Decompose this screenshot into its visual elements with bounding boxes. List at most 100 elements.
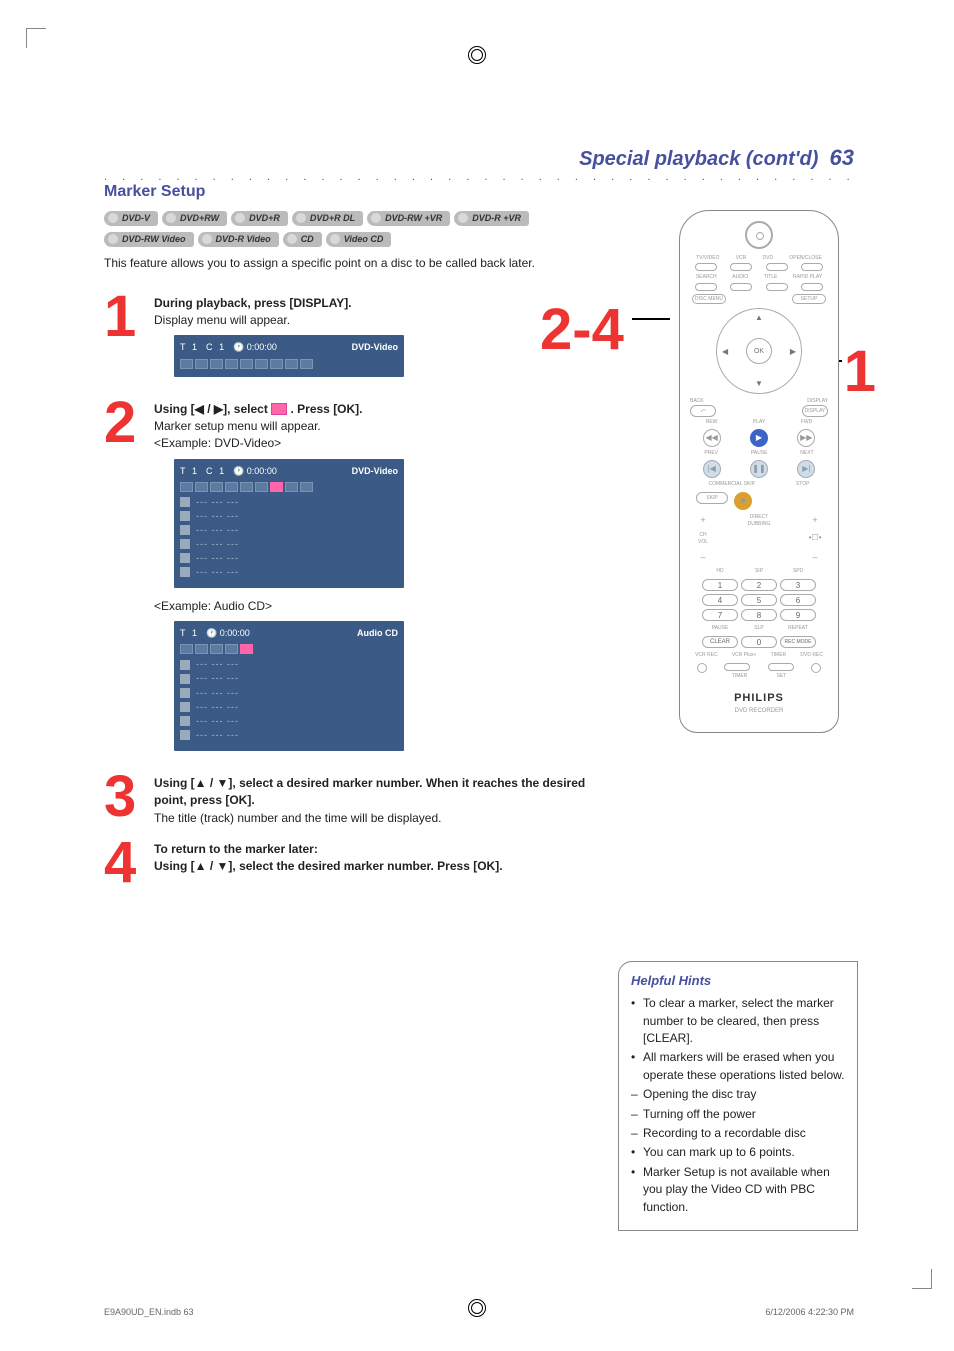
- remote-label: SET: [776, 673, 786, 680]
- disc-menu-button: DISC MENU: [692, 294, 726, 304]
- example-2-label: <Example: Audio CD>: [154, 598, 404, 615]
- hint-item: Marker Setup is not available when you p…: [631, 1164, 845, 1216]
- disc-badge: DVD-RW Video: [104, 232, 194, 247]
- remote-label: AUDIO: [732, 274, 748, 281]
- example-1-label: <Example: DVD-Video>: [154, 435, 404, 452]
- osd-c-value: 1: [219, 342, 224, 352]
- remote-label: NEXT: [800, 450, 813, 457]
- remote-label: PAUSE: [751, 450, 768, 457]
- num-button: 4: [702, 594, 738, 606]
- num-button: 1: [702, 579, 738, 591]
- disc-badge: DVD-R Video: [198, 232, 279, 247]
- star-icon: [180, 688, 190, 698]
- star-icon: [180, 525, 190, 535]
- num-button: 3: [780, 579, 816, 591]
- footer-right: 6/12/2006 4:22:30 PM: [765, 1306, 854, 1319]
- remote-label: REPEAT: [780, 625, 816, 632]
- remote-label: HD: [702, 568, 738, 575]
- remote-label: SIP: [741, 568, 777, 575]
- remote-label: DVD: [763, 255, 774, 262]
- hint-item: You can mark up to 6 points.: [631, 1144, 845, 1161]
- remote-label: SLP: [741, 625, 777, 632]
- num-button: 0: [741, 636, 777, 648]
- sub-brand-label: DVD RECORDER: [688, 707, 830, 716]
- marker-slot: --- --- ---: [196, 729, 239, 742]
- marker-slot: --- --- ---: [196, 524, 239, 537]
- star-icon: [180, 553, 190, 563]
- rew-button: ◀◀: [703, 429, 721, 447]
- osd-example-cd: T 1 🕐 0:00:00 Audio CD --- --- --- --- -…: [174, 621, 404, 750]
- remote-label: DUBBING: [748, 521, 771, 528]
- disc-badges-row-2: DVD-RW Video DVD-R Video CD Video CD: [104, 232, 604, 247]
- step-2-text: Marker setup menu will appear.: [154, 418, 404, 435]
- star-icon: [180, 497, 190, 507]
- num-button: 8: [741, 609, 777, 621]
- display-button: DISPLAY: [802, 405, 828, 417]
- step-3: 3 Using [▲ / ▼], select a desired marker…: [104, 771, 604, 827]
- pause-button: ❚❚: [750, 460, 768, 478]
- remote-label: COMMERCIAL SKIP: [708, 481, 755, 488]
- vol-up: +: [806, 514, 824, 529]
- stop-button: ■: [734, 492, 752, 510]
- brand-label: PHILIPS: [688, 691, 830, 707]
- osd-time: 0:00:00: [247, 342, 277, 352]
- remote-label: TIMER: [771, 652, 787, 659]
- remote-label: OPEN/CLOSE: [789, 255, 822, 262]
- hint-item: To clear a marker, select the marker num…: [631, 995, 845, 1047]
- vol-down: –: [806, 551, 824, 564]
- osd-c-value: 1: [219, 466, 224, 476]
- star-icon: [180, 660, 190, 670]
- disc-tray-icon: [745, 221, 773, 249]
- marker-slot: --- --- ---: [196, 701, 239, 714]
- step-2: 2 Using [◀ / ▶], select . Press [OK]. Ma…: [104, 397, 604, 761]
- osd-icon-strip: [180, 359, 398, 369]
- remote-label: PLAY: [753, 419, 765, 426]
- osd-t-label: T: [180, 466, 186, 476]
- page-title-text: Special playback (cont'd): [579, 148, 818, 170]
- remote-button: [730, 263, 752, 271]
- step-1-bold: During playback, press [DISPLAY].: [154, 296, 352, 310]
- down-arrow-icon: ▼: [755, 378, 763, 390]
- disc-badge: DVD+R: [231, 211, 288, 226]
- disc-badge: DVD+R DL: [292, 211, 363, 226]
- step-2-bold-pre: Using [◀ / ▶], select: [154, 402, 271, 416]
- marker-slot: --- --- ---: [196, 566, 239, 579]
- crop-mark: [912, 1269, 932, 1289]
- step-number: 4: [104, 837, 144, 889]
- remote-label: DIRECT: [748, 514, 771, 521]
- play-button: ▶: [750, 429, 768, 447]
- disc-badge: CD: [283, 232, 322, 247]
- remote-button: [801, 283, 823, 291]
- marker-slot: --- --- ---: [196, 658, 239, 671]
- num-button: 9: [780, 609, 816, 621]
- remote-label: TIMER: [732, 673, 748, 680]
- osd-mode: Audio CD: [357, 627, 398, 640]
- remote-label: REW: [706, 419, 718, 426]
- step-number: 3: [104, 771, 144, 827]
- marker-slot: --- --- ---: [196, 538, 239, 551]
- prev-button: |◀: [703, 460, 721, 478]
- osd-icon-strip: [180, 482, 398, 492]
- osd-marker-list: --- --- --- --- --- --- --- --- --- --- …: [180, 496, 398, 579]
- step-2-bold-post: . Press [OK].: [287, 402, 362, 416]
- clear-button: CLEAR: [702, 636, 738, 648]
- marker-slot: --- --- ---: [196, 672, 239, 685]
- setup-button: SETUP: [792, 294, 826, 304]
- set-button: [768, 663, 794, 671]
- step-3-text: The title (track) number and the time wi…: [154, 810, 604, 827]
- disc-badge: DVD-RW +VR: [367, 211, 450, 226]
- remote-label: CH VOL: [694, 532, 712, 547]
- disc-badge: DVD+RW: [162, 211, 227, 226]
- ch-down: –: [694, 551, 712, 564]
- osd-example-dvd: T 1 C 1 🕐 0:00:00 DVD-Video --- --- --- …: [174, 459, 404, 588]
- step-4-bold-1: To return to the marker later:: [154, 842, 318, 856]
- helpful-hints-box: Helpful Hints To clear a marker, select …: [618, 961, 858, 1231]
- next-button: ▶|: [797, 460, 815, 478]
- remote-label: SEARCH: [696, 274, 717, 281]
- page-number: 63: [830, 145, 854, 170]
- section-heading: Marker Setup: [104, 180, 604, 203]
- remote-label: TV/VIDEO: [696, 255, 719, 262]
- remote-label: SPD: [780, 568, 816, 575]
- crop-mark: [26, 28, 46, 48]
- step-1: 1 During playback, press [DISPLAY]. Disp…: [104, 291, 604, 387]
